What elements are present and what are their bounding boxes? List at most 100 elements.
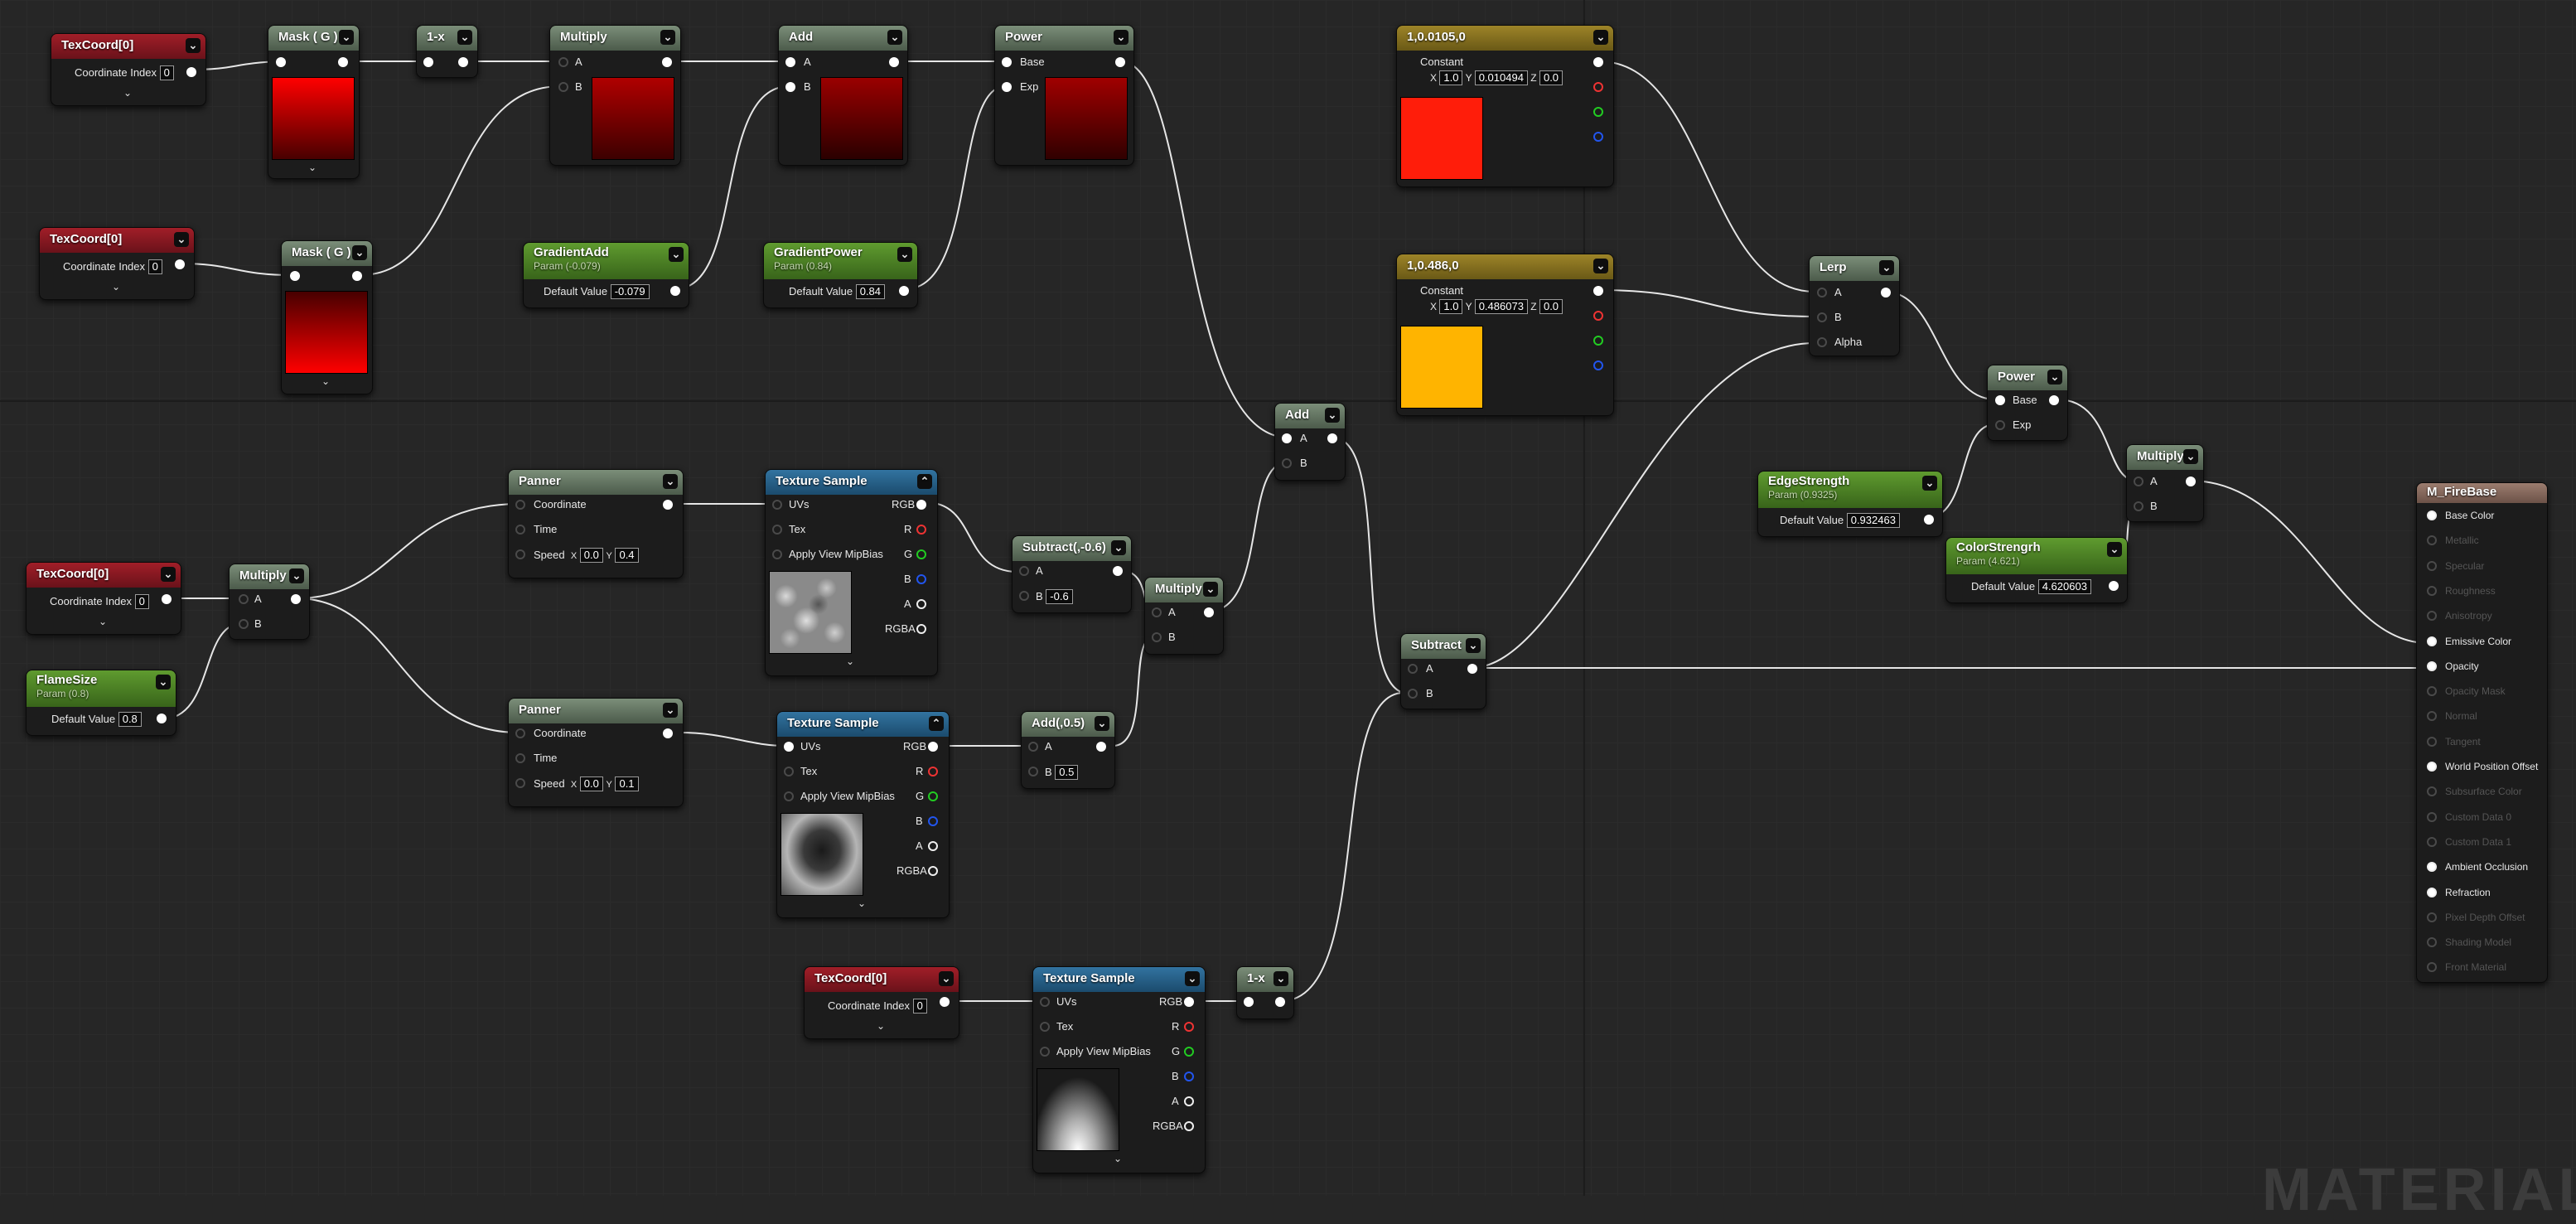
output-pin[interactable] — [2186, 477, 2196, 486]
output-pin-b[interactable] — [928, 816, 938, 826]
output-pin-g[interactable] — [916, 549, 926, 559]
gradient-power-param-node[interactable]: GradientPower Param (0.84) ⌄ Default Value… — [763, 242, 918, 308]
coordinate-index-field[interactable]: 0 — [134, 594, 149, 609]
coordinate-index-field[interactable]: 0 — [912, 999, 927, 1014]
output-pin-r[interactable] — [928, 767, 938, 776]
subtract-constant-node[interactable]: Subtract(,-0.6) ⌄ A B -0.6 — [1012, 535, 1132, 613]
color-strength-param-node[interactable]: ColorStrengrh Param (4.621) ⌄ Default Valu… — [1945, 537, 2128, 603]
collapse-chevron-icon[interactable]: ⌃ — [929, 716, 944, 731]
input-pin-b[interactable] — [2134, 501, 2143, 511]
collapse-chevron-icon[interactable]: ⌄ — [2183, 449, 2198, 464]
collapse-chevron-icon[interactable]: ⌄ — [174, 232, 189, 247]
constant-vector-node[interactable]: 1,0.0105,0 ⌄ Constant X 1.0 Y 0.010494 Z … — [1396, 25, 1614, 187]
input-pin-b[interactable] — [1152, 632, 1162, 642]
material-input-pin[interactable] — [2427, 636, 2437, 646]
material-input-pin[interactable] — [2427, 535, 2437, 546]
output-pin-rgba[interactable] — [928, 866, 938, 876]
output-pin-rgba[interactable] — [916, 624, 926, 634]
output-pin[interactable] — [663, 728, 673, 738]
y-value-field[interactable]: 0.010494 — [1474, 70, 1528, 85]
output-pin[interactable] — [1096, 742, 1106, 752]
output-pin[interactable] — [162, 594, 172, 604]
material-input-pin[interactable] — [2427, 686, 2437, 697]
collapse-chevron-icon[interactable]: ⌄ — [1274, 971, 1288, 986]
output-pin[interactable] — [458, 57, 468, 67]
output-pin-a[interactable] — [916, 599, 926, 609]
input-pin[interactable] — [290, 271, 300, 281]
output-pin[interactable] — [175, 259, 185, 269]
input-pin-time[interactable] — [515, 753, 525, 763]
mask-node[interactable]: Mask ( G ) ⌄ ⌄ — [281, 240, 373, 394]
output-pin[interactable] — [338, 57, 348, 67]
collapse-chevron-icon[interactable]: ⌄ — [1111, 540, 1126, 555]
output-pin[interactable] — [2049, 395, 2059, 405]
input-pin-tex[interactable] — [784, 767, 794, 776]
add-node[interactable]: Add ⌄ A B — [778, 25, 908, 166]
add-node[interactable]: Add ⌄ A B — [1274, 403, 1346, 481]
x-value-field[interactable]: 1.0 — [1439, 299, 1463, 314]
collapse-chevron-icon[interactable]: ⌄ — [186, 38, 201, 53]
material-input-pin[interactable] — [2427, 811, 2437, 822]
input-pin-a[interactable] — [1817, 288, 1827, 298]
one-minus-node[interactable]: 1-x ⌄ — [1236, 966, 1294, 1019]
multiply-node[interactable]: Multiply ⌄ A B — [549, 25, 681, 166]
constant-vector-node[interactable]: 1,0.486,0 ⌄ Constant X 1.0 Y 0.486073 Z 0… — [1396, 254, 1614, 416]
output-pin-rgb[interactable] — [1593, 57, 1603, 67]
output-pin[interactable] — [889, 57, 899, 67]
input-pin-b[interactable] — [558, 82, 568, 92]
material-output-node[interactable]: M_FireBase Base Color Metallic Specular Rou… — [2416, 482, 2548, 983]
input-pin-tex[interactable] — [772, 525, 782, 535]
input-pin-b[interactable] — [785, 82, 795, 92]
input-pin-coordinate[interactable] — [515, 728, 525, 738]
output-pin[interactable] — [1924, 515, 1934, 525]
material-input-pin[interactable] — [2427, 736, 2437, 747]
output-pin[interactable] — [1204, 607, 1214, 617]
input-pin-base[interactable] — [1002, 57, 1012, 67]
z-value-field[interactable]: 0.0 — [1539, 70, 1563, 85]
input-pin-a[interactable] — [1028, 742, 1038, 752]
output-pin[interactable] — [1467, 664, 1477, 674]
collapse-chevron-icon[interactable]: ⌄ — [1922, 476, 1937, 491]
collapse-chevron-icon[interactable]: ⌄ — [339, 30, 354, 45]
texcoord-node[interactable]: TexCoord[0] ⌄ Coordinate Index 0 ⌄ — [39, 227, 195, 300]
input-pin-a[interactable] — [785, 57, 795, 67]
input-pin-coordinate[interactable] — [515, 500, 525, 510]
collapse-chevron-icon[interactable]: ⌄ — [156, 675, 171, 689]
input-pin-b[interactable] — [1817, 312, 1827, 322]
texcoord-node[interactable]: TexCoord[0] ⌄ Coordinate Index 0 ⌄ — [51, 33, 206, 106]
collapse-chevron-icon[interactable]: ⌄ — [663, 703, 678, 718]
collapse-chevron-icon[interactable]: ⌄ — [660, 30, 675, 45]
texture-sample-node[interactable]: Texture Sample ⌄ UVs Tex Apply View MipBi… — [1032, 966, 1206, 1173]
power-node[interactable]: Power ⌄ Base Exp — [1987, 365, 2068, 441]
collapse-chevron-icon[interactable]: ⌄ — [457, 30, 472, 45]
input-pin-a[interactable] — [1408, 664, 1418, 674]
collapse-chevron-icon[interactable]: ⌄ — [2107, 542, 2122, 557]
input-pin[interactable] — [276, 57, 286, 67]
output-pin-g[interactable] — [1184, 1047, 1194, 1057]
output-pin-r[interactable] — [1184, 1022, 1194, 1032]
collapse-chevron-icon[interactable]: ⌃ — [917, 474, 932, 489]
input-pin-uvs[interactable] — [772, 500, 782, 510]
material-input-pin[interactable] — [2427, 786, 2437, 797]
default-value-field[interactable]: 0.84 — [855, 284, 886, 299]
collapse-chevron-icon[interactable]: ⌄ — [1466, 638, 1481, 653]
expand-arrow-icon[interactable]: ⌄ — [877, 1020, 885, 1032]
collapse-chevron-icon[interactable]: ⌄ — [1593, 30, 1608, 45]
collapse-chevron-icon[interactable]: ⌄ — [669, 247, 684, 262]
input-pin-a[interactable] — [558, 57, 568, 67]
collapse-chevron-icon[interactable]: ⌄ — [663, 474, 678, 489]
output-pin[interactable] — [663, 500, 673, 510]
expand-arrow-icon[interactable]: ⌄ — [112, 281, 120, 293]
collapse-chevron-icon[interactable]: ⌄ — [1203, 582, 1218, 597]
input-pin-a[interactable] — [239, 594, 249, 604]
input-pin-b[interactable] — [1408, 689, 1418, 699]
input-pin-mipbias[interactable] — [772, 549, 782, 559]
output-pin-b[interactable] — [1184, 1072, 1194, 1081]
input-pin-speed[interactable] — [515, 549, 525, 559]
output-pin-rgb[interactable] — [916, 500, 926, 510]
expand-arrow-icon[interactable]: ⌄ — [1114, 1153, 1122, 1164]
material-input-pin[interactable] — [2427, 510, 2437, 520]
input-pin[interactable] — [423, 57, 433, 67]
collapse-chevron-icon[interactable]: ⌄ — [1325, 408, 1340, 423]
collapse-chevron-icon[interactable]: ⌄ — [887, 30, 902, 45]
